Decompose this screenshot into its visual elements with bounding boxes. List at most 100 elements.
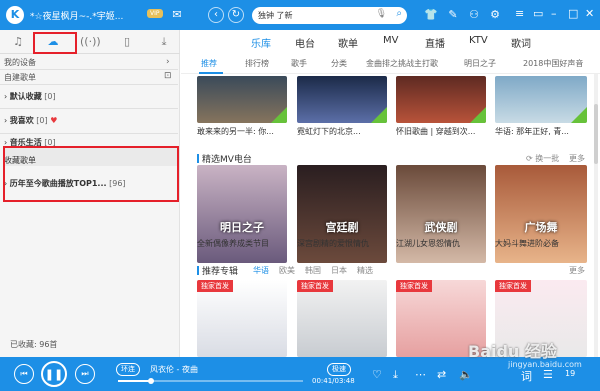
- play-mode-button[interactable]: 环连: [116, 363, 140, 376]
- divider: [0, 84, 178, 85]
- playlist-queue-icon[interactable]: ☰: [543, 368, 553, 381]
- scrollbar-thumb[interactable]: [594, 104, 598, 164]
- subtab-tomorrow[interactable]: 明日之子: [464, 58, 496, 69]
- hq-badge: [371, 107, 387, 123]
- main-content: 乐库 电台 歌单 MV 直播 KTV 歌词 推荐 排行榜 歌手 分类 金曲排之挑…: [181, 30, 600, 357]
- mv-caption[interactable]: 深宫剧精的爱恨情仇: [297, 238, 369, 249]
- my-device-label[interactable]: 我的设备: [4, 57, 36, 68]
- mail-icon[interactable]: ✉: [170, 8, 184, 22]
- title-bar: K *☆夜星枫月~-.*宇姬... VIP ✉ ‹ ↻ 独钟 了新 🎙 ⌕ 👕 …: [0, 0, 600, 30]
- refresh-batch-button[interactable]: ⟳ 换一批: [526, 153, 559, 164]
- playback-time: 00:41/03:48: [312, 377, 355, 385]
- custom-playlist-label: 自建歌单: [4, 73, 36, 82]
- settings-icon[interactable]: ⚙: [488, 8, 502, 22]
- filter-korea[interactable]: 韩国: [305, 265, 321, 276]
- vip-badge[interactable]: VIP: [147, 9, 163, 18]
- tab-playlist[interactable]: 歌单: [338, 35, 358, 50]
- playlist-thumb[interactable]: [197, 76, 287, 123]
- download-icon[interactable]: ⤓: [393, 368, 398, 382]
- pause-button[interactable]: ❚❚: [41, 361, 67, 387]
- tab-live[interactable]: 直播: [425, 35, 445, 50]
- mv-caption[interactable]: 全新偶像养成类节目: [197, 238, 269, 249]
- playlist-caption[interactable]: 怀旧歌曲 | 穿越到次...: [396, 126, 475, 137]
- mv-caption[interactable]: 江湖儿女恩怨情仇: [396, 238, 460, 249]
- music-note-icon[interactable]: ♫: [8, 34, 28, 50]
- more-link[interactable]: 更多: [569, 153, 585, 164]
- progress-fill: [118, 380, 152, 382]
- filter-western[interactable]: 欧美: [279, 265, 295, 276]
- playlist-caption[interactable]: 华语: 那年正好, 青...: [495, 126, 569, 137]
- collected-highlight: [3, 146, 179, 202]
- active-subtab-indicator: [199, 72, 223, 74]
- back-button[interactable]: ‹: [208, 7, 224, 23]
- mini-mode-icon[interactable]: ▭: [533, 7, 543, 20]
- more-link[interactable]: 更多: [569, 265, 585, 276]
- divider: [0, 108, 178, 109]
- microphone-icon[interactable]: 🎙: [376, 9, 387, 19]
- baidu-watermark: Baidu 经验: [468, 342, 557, 361]
- phone-icon[interactable]: ▯: [117, 34, 137, 50]
- playlist-caption[interactable]: 敢来来的另一半: 你...: [197, 126, 274, 137]
- playlist-my-favorites[interactable]: › 我喜欢 [0] ♥: [4, 115, 57, 126]
- lyrics-icon[interactable]: 词: [521, 368, 532, 384]
- search-box[interactable]: 独钟 了新 🎙 ⌕: [252, 7, 407, 24]
- heart-icon[interactable]: ♡: [372, 368, 382, 381]
- minimize-icon[interactable]: –: [551, 7, 557, 20]
- playlist-thumb[interactable]: [495, 76, 587, 123]
- tab-radio[interactable]: 电台: [295, 35, 315, 50]
- kugou-logo[interactable]: K: [6, 6, 24, 24]
- username[interactable]: *☆夜星枫月~-.*宇姬...: [30, 9, 123, 22]
- quality-button[interactable]: 极速: [327, 363, 351, 376]
- album-thumb[interactable]: 独家首发: [297, 280, 387, 357]
- game-icon[interactable]: ⚇: [467, 8, 481, 22]
- filter-japan[interactable]: 日本: [331, 265, 347, 276]
- refresh-button[interactable]: ↻: [228, 7, 244, 23]
- playlist-caption[interactable]: 霓虹灯下的北京...: [297, 126, 361, 137]
- filter-chinese[interactable]: 华语: [253, 265, 269, 276]
- tab-library[interactable]: 乐库: [251, 35, 271, 50]
- tab-lyrics[interactable]: 歌词: [511, 35, 531, 50]
- subtab-singers[interactable]: 歌手: [291, 58, 307, 69]
- progress-knob[interactable]: [148, 378, 155, 384]
- repeat-icon[interactable]: ⇄: [437, 368, 446, 381]
- volume-icon[interactable]: 🔈: [459, 368, 473, 381]
- exclusive-badge: 独家首发: [396, 280, 432, 292]
- exclusive-badge: 独家首发: [495, 280, 531, 292]
- album-thumb[interactable]: 独家首发: [197, 280, 287, 357]
- more-icon[interactable]: ⋯: [415, 368, 426, 381]
- radio-icon[interactable]: ((·)): [80, 34, 101, 50]
- next-button[interactable]: ⏭: [75, 364, 95, 384]
- subtab-category[interactable]: 分类: [331, 58, 347, 69]
- queue-count: 19: [565, 369, 576, 378]
- maximize-icon[interactable]: □: [568, 7, 578, 20]
- tab-ktv[interactable]: KTV: [469, 35, 488, 46]
- playlist-partial[interactable]: › 音乐生活 [0]: [4, 137, 56, 146]
- playlist-default-collection[interactable]: › 默认收藏 [0]: [4, 91, 56, 102]
- search-icon[interactable]: ⌕: [396, 8, 402, 19]
- subtab-charts[interactable]: 排行榜: [245, 58, 269, 69]
- mv-section-title: 精选MV电台: [197, 152, 252, 165]
- cloud-tab-highlight: [33, 32, 77, 54]
- scrollbar[interactable]: [594, 74, 598, 357]
- download-icon[interactable]: ⤓: [154, 34, 174, 50]
- arrow-right-icon[interactable]: ›: [166, 57, 170, 67]
- tab-mv[interactable]: MV: [383, 35, 398, 46]
- message-icon[interactable]: ✎: [446, 8, 460, 22]
- previous-button[interactable]: ⏮: [14, 364, 34, 384]
- progress-bar[interactable]: [118, 378, 303, 384]
- now-playing-title[interactable]: 风衣伦 - 夜曲: [150, 364, 198, 375]
- mv-caption[interactable]: 大妈斗舞进阶必备: [495, 238, 559, 249]
- search-input[interactable]: 独钟 了新: [258, 10, 293, 21]
- menu-icon[interactable]: ≡: [515, 7, 524, 20]
- filter-selected[interactable]: 精选: [357, 265, 373, 276]
- playlist-thumb[interactable]: [297, 76, 387, 123]
- new-playlist-icon[interactable]: ⊡: [164, 71, 172, 81]
- subtab-challenge[interactable]: 金曲排之挑战主打歌: [366, 58, 459, 69]
- playlist-thumb[interactable]: [396, 76, 486, 123]
- subtab-voice-china[interactable]: 2018中国好声音: [523, 58, 583, 69]
- skin-icon[interactable]: 👕: [424, 8, 438, 22]
- album-section-title: 推荐专辑: [197, 264, 238, 277]
- close-icon[interactable]: ✕: [585, 7, 594, 20]
- subtab-recommend[interactable]: 推荐: [201, 58, 217, 69]
- watermark-url: jingyan.baidu.com: [508, 360, 582, 369]
